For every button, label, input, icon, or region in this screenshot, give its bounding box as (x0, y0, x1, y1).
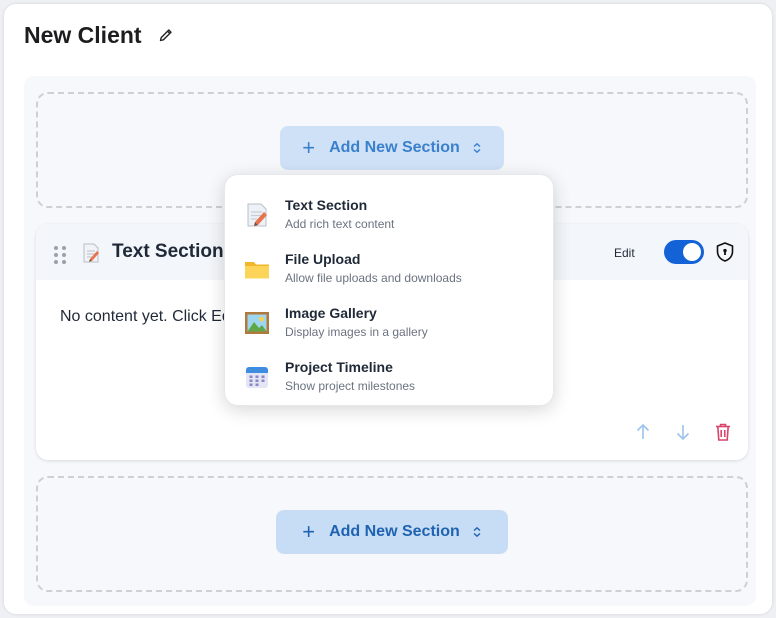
menu-item-image-gallery[interactable]: Image Gallery Display images in a galler… (225, 299, 553, 351)
add-new-section-button-top[interactable]: + Add New Section (280, 126, 504, 170)
title-row: New Client (24, 20, 174, 50)
add-section-drop-zone-bottom: + Add New Section (36, 476, 748, 592)
menu-item-description: Add rich text content (285, 217, 395, 231)
delete-icon[interactable] (714, 422, 732, 442)
text-document-icon (82, 242, 102, 264)
add-new-section-label: Add New Section (329, 139, 460, 156)
menu-item-text-section[interactable]: Text Section Add rich text content (225, 191, 553, 243)
shield-lock-icon[interactable] (714, 241, 736, 263)
section-card-actions (634, 422, 732, 442)
add-new-section-button-bottom[interactable]: + Add New Section (276, 510, 508, 554)
edit-title-icon[interactable] (158, 27, 174, 43)
edit-toggle-label: Edit (614, 246, 635, 260)
section-card-title: Text Section (112, 241, 224, 262)
menu-item-description: Display images in a gallery (285, 325, 428, 339)
chevron-up-down-icon (472, 142, 482, 154)
plus-icon: + (302, 519, 316, 544)
calendar-icon (243, 363, 271, 391)
menu-item-file-upload[interactable]: File Upload Allow file uploads and downl… (225, 245, 553, 297)
folder-icon (243, 255, 271, 283)
menu-item-title: Image Gallery (285, 305, 377, 321)
section-card-body-text: No content yet. Click Ed (60, 308, 231, 325)
text-document-icon (243, 201, 271, 229)
toggle-knob (683, 243, 701, 261)
menu-item-project-timeline[interactable]: Project Timeline Show project milestones (225, 353, 553, 405)
menu-item-title: Project Timeline (285, 359, 393, 375)
menu-item-title: Text Section (285, 197, 368, 213)
move-up-icon[interactable] (634, 422, 652, 442)
drag-handle-icon[interactable] (54, 246, 66, 264)
chevron-up-down-icon (472, 526, 482, 538)
plus-icon: + (302, 135, 316, 160)
add-new-section-label: Add New Section (329, 523, 460, 540)
move-down-icon[interactable] (674, 422, 692, 442)
menu-item-title: File Upload (285, 251, 361, 267)
section-type-menu: Text Section Add rich text content File … (224, 174, 554, 406)
menu-item-description: Show project milestones (285, 379, 416, 393)
image-icon (243, 309, 271, 337)
page-title: New Client (24, 21, 142, 48)
edit-toggle[interactable] (664, 240, 704, 264)
menu-item-description: Allow file uploads and downloads (285, 271, 462, 285)
